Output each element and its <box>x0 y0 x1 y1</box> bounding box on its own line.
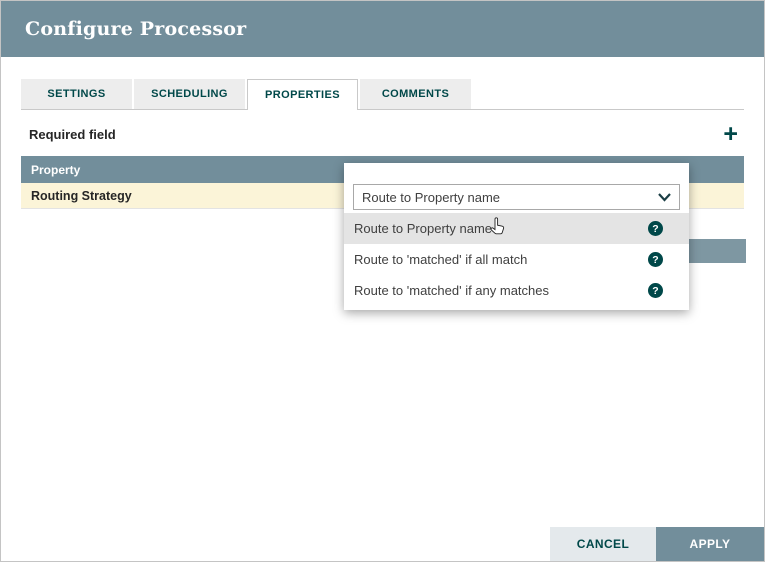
apply-button[interactable]: APPLY <box>656 527 764 561</box>
dropdown-option-route-to-property-name[interactable]: Route to Property name ? <box>344 213 689 244</box>
dropdown-option-route-matched-all[interactable]: Route to 'matched' if all match ? <box>344 244 689 275</box>
option-label: Route to 'matched' if any matches <box>354 283 549 298</box>
option-label: Route to Property name <box>354 221 492 236</box>
option-label: Route to 'matched' if all match <box>354 252 527 267</box>
combo-selected-value: Route to Property name <box>362 190 500 205</box>
help-icon[interactable]: ? <box>648 252 663 267</box>
routing-strategy-combo[interactable]: Route to Property name <box>353 184 680 210</box>
chevron-down-icon <box>658 193 671 202</box>
dialog-header: Configure Processor <box>1 1 764 57</box>
add-property-button[interactable]: + <box>717 121 744 147</box>
help-icon[interactable]: ? <box>648 283 663 298</box>
required-field-label: Required field <box>21 127 116 142</box>
tab-settings[interactable]: SETTINGS <box>21 79 132 109</box>
tab-scheduling[interactable]: SCHEDULING <box>134 79 245 109</box>
dropdown-options-list: Route to Property name ? Route to 'match… <box>344 213 689 306</box>
tab-properties[interactable]: PROPERTIES <box>247 79 358 110</box>
tab-bar: SETTINGS SCHEDULING PROPERTIES COMMENTS <box>21 79 744 110</box>
dropdown-option-route-matched-any[interactable]: Route to 'matched' if any matches ? <box>344 275 689 306</box>
property-name-cell: Routing Strategy <box>31 189 132 203</box>
cancel-button[interactable]: CANCEL <box>550 527 656 561</box>
dialog-title: Configure Processor <box>25 18 246 40</box>
required-field-row: Required field + <box>21 119 744 149</box>
configure-processor-dialog: Configure Processor SETTINGS SCHEDULING … <box>0 0 765 562</box>
value-editor-popup: Route to Property name Route to Property… <box>344 163 689 310</box>
property-column-header: Property <box>31 163 80 177</box>
background-editor-strip <box>689 239 746 263</box>
plus-icon: + <box>723 120 738 148</box>
tab-comments[interactable]: COMMENTS <box>360 79 471 109</box>
help-icon[interactable]: ? <box>648 221 663 236</box>
